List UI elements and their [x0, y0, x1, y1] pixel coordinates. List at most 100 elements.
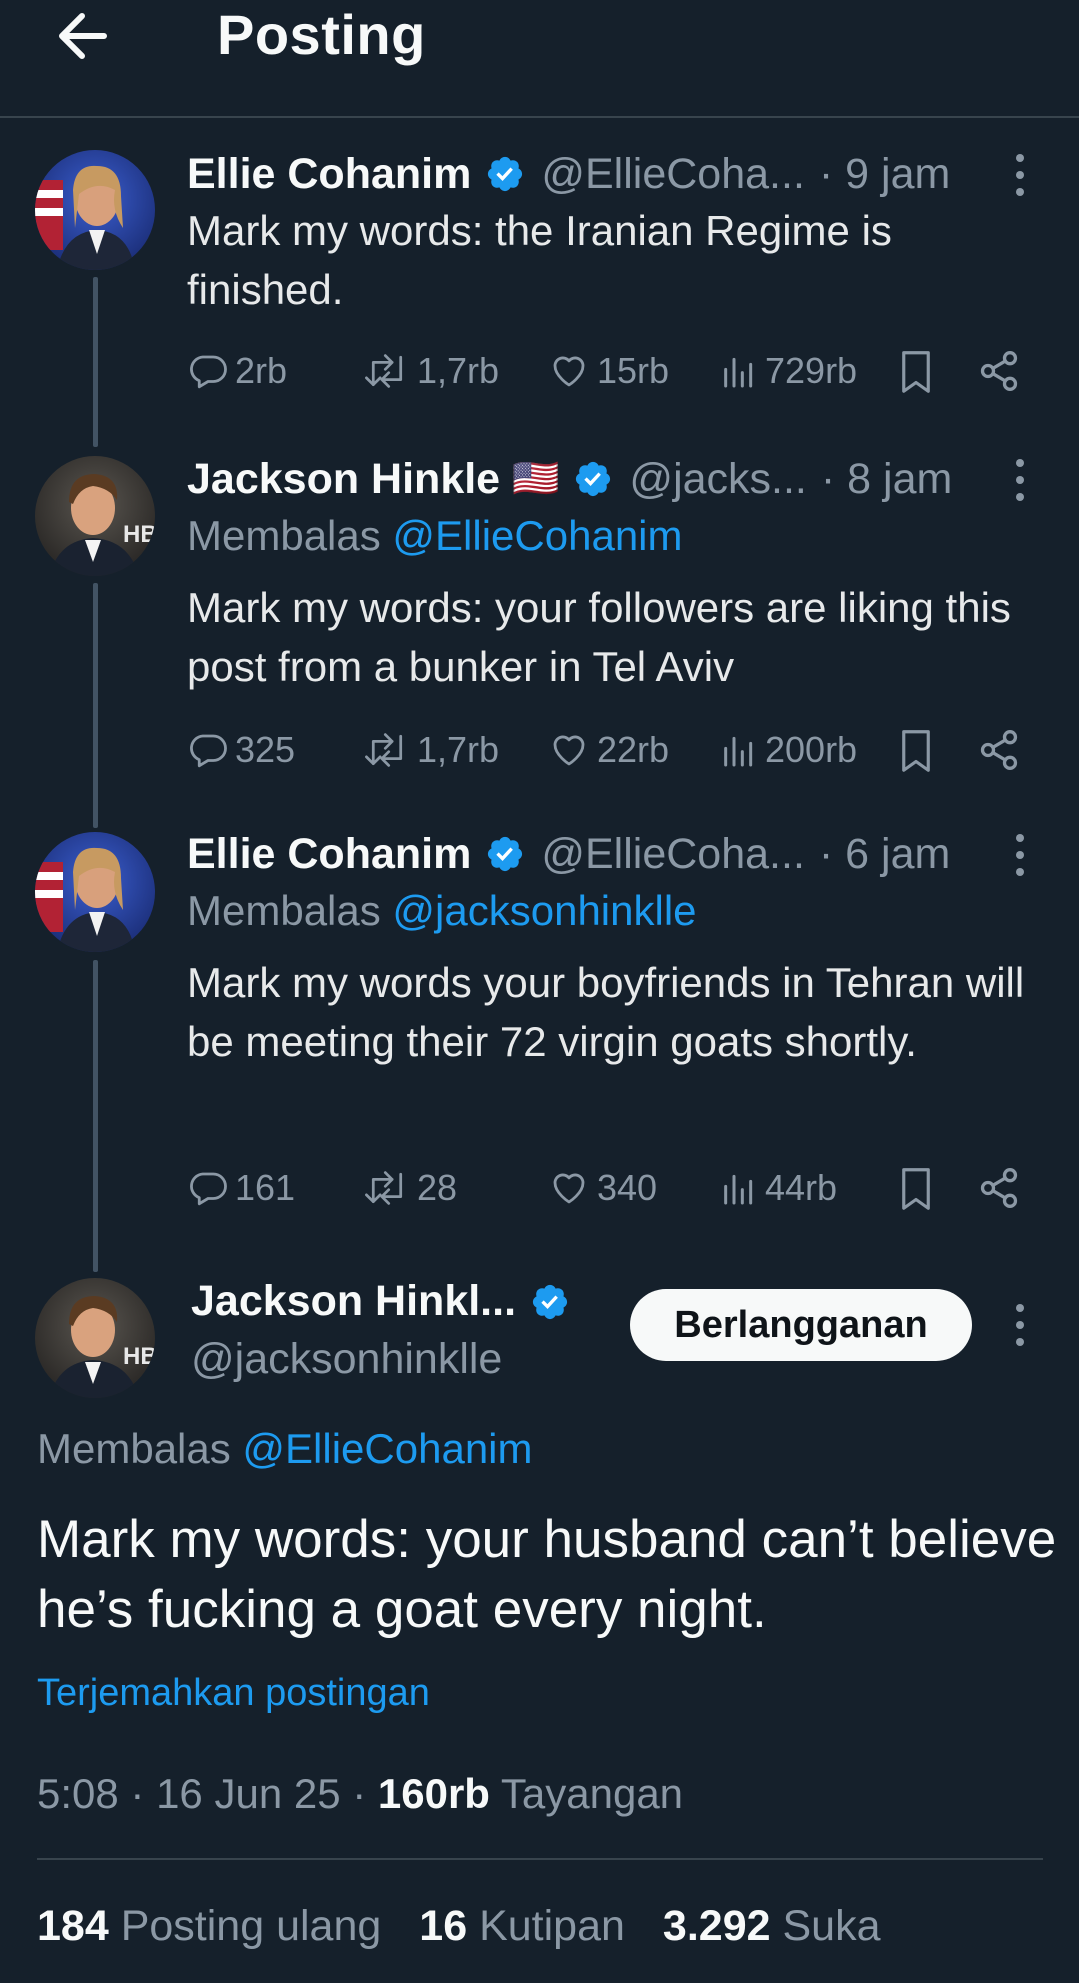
heart-icon	[553, 1173, 585, 1204]
post-header: Ellie Cohanim @EllieCoha... · 6 jam	[187, 825, 950, 883]
views-icon	[724, 736, 753, 767]
mention-link[interactable]: @EllieCohanim	[392, 512, 682, 559]
action-bar: 325 1,7rb 22rb 200rb	[187, 720, 1047, 780]
heart-icon	[553, 735, 585, 766]
bookmark-icon[interactable]	[895, 349, 937, 395]
reply-icon	[190, 734, 227, 768]
back-arrow-icon[interactable]	[52, 4, 116, 68]
heart-icon	[553, 356, 585, 387]
repost-icon	[365, 1171, 403, 1205]
post-meta: 5:08 · 16 Jun 25 · 160rb Tayangan	[37, 1770, 683, 1818]
views-total: 160rb	[377, 1770, 490, 1817]
share-icon[interactable]	[977, 1166, 1021, 1210]
more-options-icon[interactable]	[1005, 455, 1035, 505]
avatar[interactable]: HB	[35, 1278, 155, 1398]
author-handle[interactable]: @EllieCoha...	[541, 150, 805, 199]
more-options-icon[interactable]	[1005, 1300, 1035, 1350]
thread-post[interactable]: Ellie Cohanim @EllieCoha... · 6 jam Memb…	[0, 825, 1079, 1220]
verified-badge-icon	[532, 1284, 568, 1319]
likes-stat[interactable]: 3.292 Suka	[663, 1902, 881, 1951]
avatar[interactable]: HB	[35, 456, 155, 576]
action-bar: 161 28 340 44rb	[187, 1158, 1047, 1218]
repost-count: 28	[417, 1167, 458, 1208]
author-name[interactable]: Ellie Cohanim	[187, 830, 471, 879]
repost-button[interactable]: 28	[363, 1158, 457, 1218]
share-icon[interactable]	[977, 728, 1021, 772]
action-bar: 2rb 1,7rb 15rb 729rb	[187, 341, 1047, 401]
post-time: · 9 jam	[818, 149, 951, 198]
reply-button[interactable]: 161	[187, 1158, 295, 1218]
views-button[interactable]: 44rb	[719, 1158, 837, 1218]
author-handle[interactable]: @jacksonhinklle	[191, 1335, 502, 1384]
post-timestamp: 5:08 · 16 Jun 25 ·	[37, 1770, 378, 1817]
post-header: Jackson Hinkle 🇺🇸 @jacks... · 8 jam	[187, 450, 952, 508]
author-handle[interactable]: @jacks...	[629, 455, 806, 504]
reply-context: Membalas @EllieCohanim	[37, 1425, 533, 1473]
more-options-icon[interactable]	[1005, 830, 1035, 880]
like-button[interactable]: 22rb	[547, 720, 669, 780]
reply-count: 2rb	[235, 350, 288, 391]
avatar[interactable]	[35, 150, 155, 270]
svg-text:HB: HB	[123, 1343, 155, 1370]
author-name[interactable]: Jackson Hinkl...	[191, 1277, 516, 1326]
reply-button[interactable]: 2rb	[187, 341, 287, 401]
bookmark-icon[interactable]	[895, 1166, 937, 1212]
views-button[interactable]: 729rb	[719, 341, 857, 401]
views-count: 729rb	[765, 350, 858, 391]
like-count: 22rb	[597, 729, 670, 770]
views-button[interactable]: 200rb	[719, 720, 857, 780]
translate-link[interactable]: Terjemahkan postingan	[37, 1672, 430, 1715]
post-time: · 6 jam	[818, 829, 951, 878]
mention-link[interactable]: @jacksonhinklle	[392, 887, 696, 934]
reply-prefix: Membalas	[187, 887, 393, 934]
thread-post[interactable]: Ellie Cohanim @EllieCoha... · 9 jam Mark…	[0, 145, 1079, 405]
verified-badge-icon	[576, 461, 611, 497]
stat-label: Suka	[770, 1902, 881, 1950]
stat-count: 184	[37, 1902, 109, 1950]
mention-link[interactable]: @EllieCohanim	[242, 1425, 532, 1472]
divider	[37, 1858, 1043, 1860]
subscribe-button[interactable]: Berlangganan	[630, 1289, 972, 1361]
reposts-stat[interactable]: 184 Posting ulang	[37, 1902, 381, 1951]
verified-badge-icon	[488, 156, 523, 192]
post-text: Mark my words your boyfriends in Tehran …	[187, 959, 1025, 1065]
repost-icon	[365, 354, 403, 388]
main-post-text: Mark my words: your husband can’t believ…	[37, 1510, 1057, 1639]
repost-icon	[365, 733, 403, 767]
like-button[interactable]: 15rb	[547, 341, 669, 401]
reply-count: 325	[235, 729, 296, 770]
stat-label: Kutipan	[467, 1902, 625, 1950]
like-button[interactable]: 340	[547, 1158, 657, 1218]
flag-emoji: 🇺🇸	[512, 458, 560, 500]
reply-prefix: Membalas	[187, 512, 393, 559]
repost-count: 1,7rb	[417, 729, 500, 770]
more-options-icon[interactable]	[1005, 150, 1035, 200]
repost-count: 1,7rb	[417, 350, 500, 391]
main-post-header: Jackson Hinkl...	[191, 1277, 586, 1326]
reply-count: 161	[235, 1167, 296, 1208]
repost-button[interactable]: 1,7rb	[363, 341, 499, 401]
post-time: · 8 jam	[820, 454, 953, 503]
quotes-stat[interactable]: 16 Kutipan	[419, 1902, 625, 1951]
post-text: Mark my words: the Iranian Regime is fin…	[187, 207, 892, 313]
thread-post[interactable]: HB Jackson Hinkle 🇺🇸 @jacks... · 8 jam M…	[0, 450, 1079, 780]
like-count: 15rb	[597, 350, 670, 391]
share-icon[interactable]	[977, 349, 1021, 393]
author-name[interactable]: Ellie Cohanim	[187, 150, 471, 199]
author-name[interactable]: Jackson Hinkle	[187, 455, 500, 504]
reply-icon	[190, 1172, 227, 1206]
reply-button[interactable]: 325	[187, 720, 295, 780]
views-icon	[724, 357, 753, 388]
stat-count: 3.292	[662, 1902, 771, 1950]
svg-text:HB: HB	[123, 521, 155, 548]
views-count: 44rb	[765, 1167, 838, 1208]
bookmark-icon[interactable]	[895, 728, 937, 774]
repost-button[interactable]: 1,7rb	[363, 720, 499, 780]
reply-icon	[190, 355, 227, 389]
reply-prefix: Membalas	[37, 1425, 243, 1472]
avatar[interactable]	[35, 832, 155, 952]
top-bar: Posting	[0, 0, 1079, 118]
views-count: 200rb	[765, 729, 858, 770]
author-handle[interactable]: @EllieCoha...	[541, 830, 805, 879]
reply-context: Membalas @jacksonhinklle	[187, 887, 697, 935]
